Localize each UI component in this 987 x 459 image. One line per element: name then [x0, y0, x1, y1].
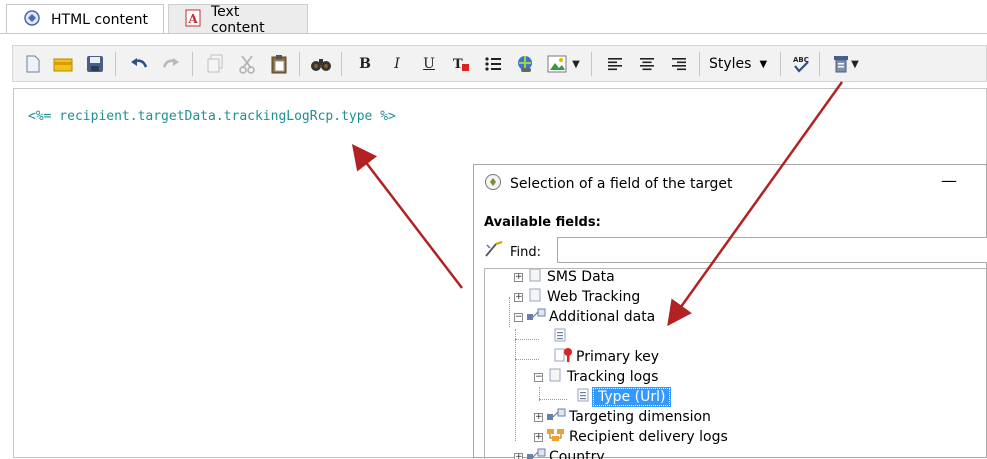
- cut-icon[interactable]: [235, 52, 259, 76]
- tab-text-content-label: Text content: [211, 4, 295, 36]
- tab-html-content[interactable]: HTML content: [6, 4, 164, 34]
- toolbar-separator: [819, 52, 820, 76]
- tree-node-label: Tracking logs: [567, 369, 658, 385]
- toolbar-separator: [341, 52, 342, 76]
- toolbar-separator: [780, 52, 781, 76]
- expand-icon[interactable]: +: [514, 293, 523, 302]
- tree-node-label: SMS Data: [547, 269, 615, 285]
- dialog-title: Selection of a field of the target: [510, 176, 733, 192]
- tree-node-country[interactable]: + Country: [514, 447, 605, 459]
- toolbar-separator: [591, 52, 592, 76]
- folder-icon: [549, 368, 561, 386]
- find-icon[interactable]: [309, 52, 333, 76]
- chevron-down-icon: ▼: [759, 59, 767, 70]
- styles-dropdown[interactable]: Styles ▼: [709, 52, 789, 76]
- expand-icon[interactable]: +: [534, 413, 543, 422]
- tab-html-content-label: HTML content: [51, 12, 148, 28]
- link-table-icon: [546, 408, 566, 426]
- html-content-icon: [23, 9, 41, 31]
- list-icon[interactable]: [481, 52, 505, 76]
- align-right-icon[interactable]: [667, 52, 691, 76]
- field-selection-dialog: Selection of a field of the target — Ava…: [473, 164, 987, 458]
- dialog-app-icon: [484, 173, 502, 195]
- dialog-titlebar: Selection of a field of the target: [474, 165, 987, 203]
- minimize-button[interactable]: —: [940, 171, 958, 193]
- toolbar-separator: [115, 52, 116, 76]
- new-icon[interactable]: [21, 52, 45, 76]
- tree-connector: [515, 359, 539, 360]
- tree-node-field[interactable]: [554, 327, 566, 347]
- collapse-icon[interactable]: −: [514, 313, 523, 322]
- expand-icon[interactable]: +: [514, 273, 523, 282]
- find-input[interactable]: [557, 237, 987, 263]
- collection-icon: [546, 428, 566, 446]
- toolbar-separator: [699, 52, 700, 76]
- copy-icon[interactable]: [203, 52, 227, 76]
- tabs-divider: [0, 33, 987, 34]
- tree-connector: [515, 339, 539, 340]
- svg-text:A: A: [187, 12, 198, 26]
- editor-toolbar: B I U T ▼ Styles ▼ ABC ▼: [12, 45, 987, 82]
- tree-node-tracking-logs[interactable]: − Tracking logs: [534, 367, 658, 387]
- tree-node-targeting-dimension[interactable]: + Targeting dimension: [534, 407, 711, 427]
- align-center-icon[interactable]: [635, 52, 659, 76]
- personalization-code[interactable]: <%= recipient.targetData.trackingLogRcp.…: [28, 109, 396, 124]
- collapse-icon[interactable]: −: [534, 373, 543, 382]
- find-icon: [484, 241, 504, 263]
- folder-icon: [529, 288, 541, 306]
- spellcheck-icon[interactable]: ABC: [789, 52, 813, 76]
- tree-node-recipient-delivery-logs[interactable]: + Recipient delivery logs: [534, 427, 728, 447]
- bold-button[interactable]: B: [353, 52, 377, 76]
- expand-icon[interactable]: +: [534, 433, 543, 442]
- tree-node-label: Web Tracking: [547, 289, 640, 305]
- tree-node-label: Additional data: [549, 309, 655, 325]
- save-icon[interactable]: [83, 52, 107, 76]
- field-icon: [554, 328, 566, 346]
- tree-node-sms-data[interactable]: + SMS Data: [514, 268, 615, 287]
- expand-icon[interactable]: +: [514, 453, 523, 459]
- tree-node-web-tracking[interactable]: + Web Tracking: [514, 287, 640, 307]
- link-table-icon: [526, 308, 546, 326]
- tree-connector: [515, 329, 516, 441]
- open-icon[interactable]: [51, 52, 75, 76]
- align-left-icon[interactable]: [603, 52, 627, 76]
- redo-icon[interactable]: [159, 52, 183, 76]
- available-fields-label: Available fields:: [484, 215, 601, 230]
- link-table-icon: [526, 448, 546, 459]
- key-icon: [554, 347, 574, 367]
- underline-button[interactable]: U: [417, 52, 441, 76]
- selected-node-label: Type (Url): [593, 388, 670, 406]
- link-icon[interactable]: [513, 52, 537, 76]
- clear-format-icon[interactable]: T: [449, 52, 473, 76]
- svg-text:T: T: [453, 57, 463, 72]
- find-label: Find:: [510, 245, 541, 260]
- field-icon: [577, 388, 589, 406]
- fields-tree: + SMS Data + Web Tracking − Additional d…: [484, 268, 987, 459]
- tree-node-primary-key[interactable]: Primary key: [554, 347, 659, 367]
- italic-button[interactable]: I: [385, 52, 409, 76]
- toolbar-separator: [192, 52, 193, 76]
- tree-node-label: Targeting dimension: [569, 409, 711, 425]
- tree-node-label: Primary key: [576, 349, 659, 365]
- tree-node-label: Recipient delivery logs: [569, 429, 728, 445]
- tree-connector: [509, 297, 510, 327]
- toolbar-separator: [299, 52, 300, 76]
- image-dropdown-chevron-icon[interactable]: ▼: [569, 52, 583, 76]
- editor-tabs: HTML content A Text content: [0, 0, 987, 36]
- undo-icon[interactable]: [127, 52, 151, 76]
- paste-icon[interactable]: [267, 52, 291, 76]
- styles-label: Styles: [709, 56, 751, 72]
- folder-icon: [529, 268, 541, 286]
- image-icon[interactable]: [545, 52, 569, 76]
- text-content-icon: A: [185, 9, 201, 31]
- tree-node-type-url[interactable]: Type (Url): [577, 387, 670, 407]
- tree-connector: [539, 399, 567, 400]
- tab-text-content[interactable]: A Text content: [168, 4, 308, 34]
- tree-node-additional-data[interactable]: − Additional data: [514, 307, 655, 327]
- insert-field-chevron-icon[interactable]: ▼: [849, 52, 861, 76]
